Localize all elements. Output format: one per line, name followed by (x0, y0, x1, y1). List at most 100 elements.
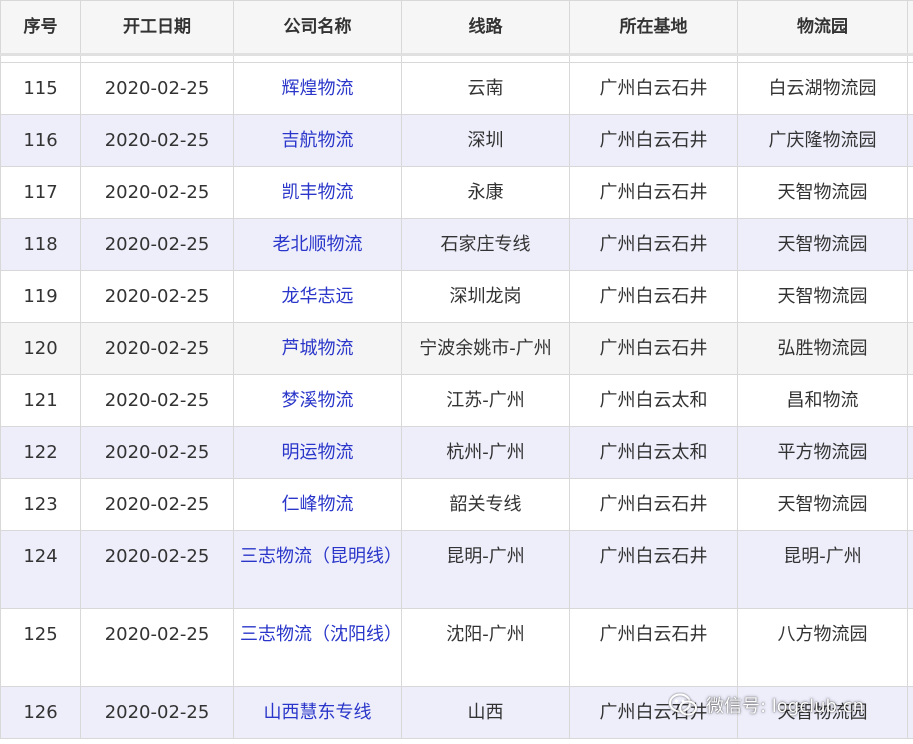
cell-company-link[interactable]: 凯丰物流 (234, 167, 401, 206)
cell-extra (907, 374, 913, 427)
cell-park-td: 平方物流园 (737, 426, 908, 479)
cell-index-td: 116 (0, 114, 81, 167)
watermark: 微信号: logclub.cn (668, 688, 898, 722)
cell-park-td: 天智物流园 (737, 270, 908, 323)
cell-extra (907, 478, 913, 531)
cell-extra (907, 426, 913, 479)
cell-index: 117 (23, 182, 58, 203)
table-row: 118 2020-02-25 老北顺物流 石家庄专线 广州白云石井 天智物流园 (0, 218, 913, 271)
cell-start-date-td: 2020-02-25 (80, 374, 234, 427)
cell-start-date: 2020-02-25 (104, 390, 210, 411)
cell-company-link[interactable]: 仁峰物流 (234, 479, 401, 518)
cell-company-td: 梦溪物流 (233, 374, 402, 427)
cell-route-td: 深圳 (401, 114, 570, 167)
table-row: 123 2020-02-25 仁峰物流 韶关专线 广州白云石井 天智物流园 (0, 478, 913, 531)
cell-route: 石家庄专线 (440, 234, 531, 255)
cell-route-td: 昆明-广州 (401, 530, 570, 609)
logistics-table-container: 序号 开工日期 公司名称 线路 所在基地 物流园 115 2020-02-25 辉煌… (0, 0, 913, 744)
cell-start-date-td: 2020-02-25 (80, 270, 234, 323)
cell-base: 广州白云石井 (599, 78, 708, 99)
cell-start-date: 2020-02-25 (104, 286, 210, 307)
cell-base-td: 广州白云石井 (569, 114, 738, 167)
cell-route: 山西 (467, 702, 504, 723)
cell-company-link[interactable]: 吉航物流 (234, 115, 401, 154)
cell-index-td: 119 (0, 270, 81, 323)
header-start-date: 开工日期 (80, 0, 234, 56)
cell-start-date: 2020-02-25 (104, 78, 210, 99)
cell-company-link[interactable]: 老北顺物流 (234, 219, 401, 258)
header-route: 线路 (401, 0, 570, 56)
cell-route: 深圳龙岗 (449, 286, 522, 307)
cell-index-td: 123 (0, 478, 81, 531)
cell-company-td: 老北顺物流 (233, 218, 402, 271)
cell-start-date: 2020-02-25 (104, 442, 210, 463)
cell-company-link[interactable]: 山西慧东专线 (234, 687, 401, 726)
cell-company-link[interactable]: 龙华志远 (234, 271, 401, 310)
cell-index-td: 121 (0, 374, 81, 427)
cell-park-td: 昆明-广州 (737, 530, 908, 609)
header-extra (907, 0, 913, 56)
cell-extra (907, 608, 913, 687)
cell-company-link[interactable]: 三志物流（昆明线） (234, 531, 402, 570)
table-header-row: 序号 开工日期 公司名称 线路 所在基地 物流园 (0, 0, 913, 56)
cell-company-link[interactable]: 明运物流 (234, 427, 401, 466)
cell-company-td: 山西慧东专线 (233, 686, 402, 739)
cell-base-td: 广州白云石井 (569, 322, 738, 375)
cell-base: 广州白云石井 (599, 338, 708, 359)
cell-base: 广州白云太和 (599, 390, 708, 411)
cell-park: 白云湖物流园 (768, 78, 877, 99)
cell-index-td: 118 (0, 218, 81, 271)
cell-start-date: 2020-02-25 (104, 182, 210, 203)
cell-base-td: 广州白云太和 (569, 374, 738, 427)
cell-base: 广州白云太和 (599, 442, 708, 463)
cell-start-date-td: 2020-02-25 (80, 62, 234, 115)
cell-extra (907, 62, 913, 115)
cell-route-td: 永康 (401, 166, 570, 219)
cell-route: 韶关专线 (449, 494, 522, 515)
cell-index: 124 (23, 546, 58, 567)
cell-index-td: 124 (0, 530, 81, 609)
table-row: 115 2020-02-25 辉煌物流 云南 广州白云石井 白云湖物流园 (0, 62, 913, 115)
cell-company-td: 龙华志远 (233, 270, 402, 323)
table-row: 125 2020-02-25 三志物流（沈阳线） 沈阳-广州 广州白云石井 八方物流园 (0, 608, 913, 687)
table-row: 122 2020-02-25 明运物流 杭州-广州 广州白云太和 平方物流园 (0, 426, 913, 479)
cell-park-td: 弘胜物流园 (737, 322, 908, 375)
cell-index: 118 (23, 234, 58, 255)
cell-base: 广州白云石井 (599, 286, 708, 307)
cell-start-date-td: 2020-02-25 (80, 426, 234, 479)
cell-route-td: 石家庄专线 (401, 218, 570, 271)
cell-company-link[interactable]: 芦城物流 (234, 323, 401, 362)
cell-index: 116 (23, 130, 58, 151)
cell-company-link[interactable]: 三志物流（沈阳线） (234, 609, 402, 648)
cell-park-td: 八方物流园 (737, 608, 908, 687)
cell-park: 平方物流园 (777, 442, 868, 463)
cell-company-link[interactable]: 辉煌物流 (234, 63, 401, 102)
table-row: 120 2020-02-25 芦城物流 宁波余姚市-广州 广州白云石井 弘胜物流园 (0, 322, 913, 375)
cell-route-td: 宁波余姚市-广州 (401, 322, 570, 375)
cell-park: 天智物流园 (777, 494, 868, 515)
cell-company-td: 明运物流 (233, 426, 402, 479)
cell-base: 广州白云石井 (599, 234, 708, 255)
wechat-icon (668, 692, 698, 718)
cell-park: 弘胜物流园 (777, 338, 868, 359)
cell-extra (907, 322, 913, 375)
cell-route-td: 杭州-广州 (401, 426, 570, 479)
table-row: 117 2020-02-25 凯丰物流 永康 广州白云石井 天智物流园 (0, 166, 913, 219)
cell-park-td: 昌和物流 (737, 374, 908, 427)
cell-park: 天智物流园 (777, 234, 868, 255)
cell-route-td: 山西 (401, 686, 570, 739)
cell-park-td: 白云湖物流园 (737, 62, 908, 115)
cell-park: 广庆隆物流园 (768, 130, 877, 151)
cell-index-td: 122 (0, 426, 81, 479)
cell-company-link[interactable]: 梦溪物流 (234, 375, 401, 414)
cell-start-date-td: 2020-02-25 (80, 218, 234, 271)
cell-park-td: 广庆隆物流园 (737, 114, 908, 167)
cell-base: 广州白云石井 (599, 182, 708, 203)
cell-park-td: 天智物流园 (737, 478, 908, 531)
cell-start-date: 2020-02-25 (104, 494, 210, 515)
cell-company-td: 三志物流（沈阳线） (233, 608, 402, 687)
cell-park: 昆明-广州 (783, 546, 862, 567)
cell-route: 宁波余姚市-广州 (419, 338, 552, 359)
header-base: 所在基地 (569, 0, 738, 56)
cell-base: 广州白云石井 (599, 624, 708, 645)
